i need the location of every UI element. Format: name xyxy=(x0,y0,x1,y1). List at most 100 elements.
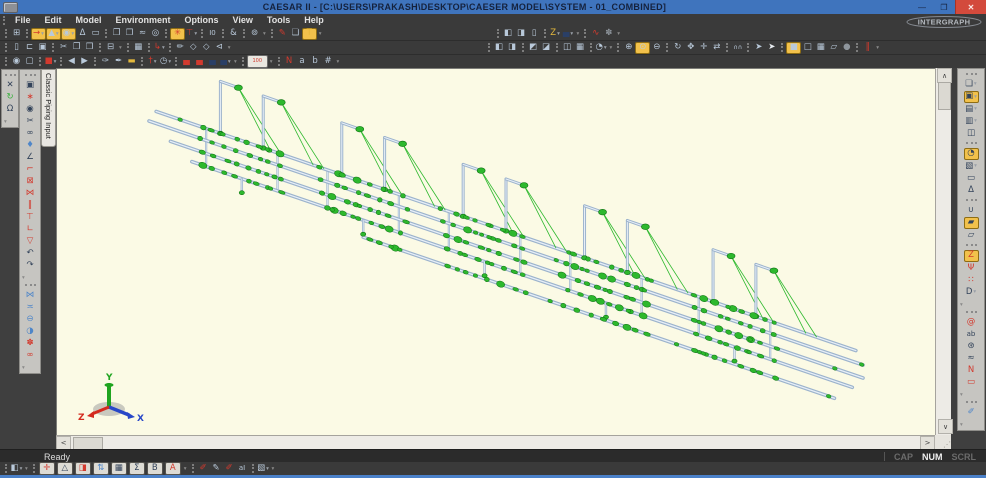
option-b-button[interactable]: b xyxy=(309,56,322,67)
export-model-button[interactable]: ↳▾ xyxy=(153,42,166,53)
toolbar-grip[interactable] xyxy=(5,74,16,76)
element-cone-button[interactable]: ▲▾ xyxy=(46,28,61,40)
toolbar-grip[interactable] xyxy=(99,43,101,52)
elev-view-2-button[interactable]: ▦ xyxy=(574,42,587,53)
gear-fitting-button[interactable]: ✽ xyxy=(24,338,37,349)
find-key-button[interactable]: & xyxy=(227,28,240,39)
scroll-right-button[interactable]: > xyxy=(920,436,935,450)
ab-labels-button[interactable]: ab xyxy=(965,329,978,340)
bend-element-button[interactable]: ⌐ xyxy=(24,164,37,175)
toolbar-grip[interactable] xyxy=(169,43,171,52)
clip-tool-button[interactable]: ⊲ xyxy=(213,42,226,53)
toolbar-grip[interactable] xyxy=(141,57,143,66)
wireframe-mode-dropdown[interactable]: ▾ xyxy=(974,106,977,112)
toolbar-grip[interactable] xyxy=(105,29,107,38)
hidden-line-mode-dropdown[interactable]: ▾ xyxy=(974,118,977,124)
zoom-in-button[interactable]: ⊕ xyxy=(622,42,635,53)
tool-crosshair-button[interactable]: ✛ xyxy=(39,462,55,475)
cylinder-view-button[interactable]: ▱ xyxy=(827,42,840,53)
toolbar-overflow[interactable]: ▾ xyxy=(876,45,879,51)
circle-pair-button[interactable]: ⊛ xyxy=(965,341,978,352)
insert-element-after-button[interactable]: ❒ xyxy=(123,28,136,39)
toolbar-grip[interactable] xyxy=(222,29,224,38)
image-tool-button[interactable]: ▧▾ xyxy=(257,463,270,474)
export-model-dropdown[interactable]: ▾ xyxy=(162,45,165,51)
horizontal-scrollbar[interactable]: < > xyxy=(56,435,935,450)
find-binoculars-button[interactable]: ⊚ xyxy=(248,28,261,39)
menu-file[interactable]: File xyxy=(8,14,38,27)
toolbar-grip[interactable] xyxy=(617,43,619,52)
toolbar-grip[interactable] xyxy=(33,464,35,473)
restraint-car-2-button[interactable]: ▄ xyxy=(193,56,206,67)
plan-view-2-button[interactable]: ◪ xyxy=(540,42,553,53)
toolbar-grip[interactable] xyxy=(747,43,749,52)
toolbar-overflow[interactable]: ▾ xyxy=(228,45,231,51)
rotate-view-button[interactable]: ↻ xyxy=(671,42,684,53)
zoom-out-button[interactable]: ⊖ xyxy=(650,42,663,53)
node-increment-button[interactable]: →▾ xyxy=(31,28,46,40)
toolbar-overflow[interactable]: ▾ xyxy=(610,45,613,51)
toolbar-overflow[interactable]: ▾ xyxy=(263,31,266,37)
toolbar-grip[interactable] xyxy=(5,464,7,473)
horizontal-scroll-thumb[interactable] xyxy=(73,437,103,450)
photo-render-dropdown[interactable]: ▾ xyxy=(974,163,977,169)
vertical-scroll-thumb[interactable] xyxy=(938,82,951,110)
speaker-right-button[interactable]: ▶ xyxy=(78,56,91,67)
scroll-left-button[interactable]: < xyxy=(56,436,71,450)
toolbar-overflow[interactable]: ▾ xyxy=(270,59,273,65)
pen-markup-red-2-button[interactable]: ✐ xyxy=(223,463,236,474)
toolbar-grip[interactable] xyxy=(5,57,7,66)
node-delete-button[interactable]: ✕ xyxy=(4,80,17,91)
clock-time-dropdown[interactable]: ▾ xyxy=(168,59,171,65)
tool-swap-button[interactable]: ⇅ xyxy=(93,462,109,475)
expansion-joint-button[interactable]: ⊠ xyxy=(24,176,37,187)
new-file-button[interactable]: ▯ xyxy=(10,42,23,53)
axis-xyz-button[interactable]: ✳ xyxy=(170,28,185,40)
view-left-button[interactable]: ◧ xyxy=(502,28,515,39)
temperature-case-dropdown[interactable]: ▾ xyxy=(154,59,157,65)
toolbar-grip[interactable] xyxy=(148,43,150,52)
forge-tool-button[interactable]: ✒ xyxy=(112,56,125,67)
approx-symbol-button[interactable]: ≈ xyxy=(965,353,978,364)
toolbar-overflow[interactable]: ▾ xyxy=(960,392,963,398)
toolbar-overflow[interactable]: ▾ xyxy=(25,466,28,472)
dome-shade-button[interactable]: ◔ xyxy=(964,148,979,160)
flower-plot-button[interactable]: ✽ xyxy=(602,28,615,39)
skew-left-button[interactable]: ◇ xyxy=(187,42,200,53)
sheet-view-button[interactable]: ▯ xyxy=(528,28,541,39)
photo-render-button[interactable]: ▧▾ xyxy=(965,161,978,172)
phone-red-button[interactable]: @ xyxy=(965,317,978,328)
valve-pair-button[interactable]: ⋈ xyxy=(24,290,37,301)
toolbar-overflow[interactable]: ▾ xyxy=(22,275,25,281)
marker-gold-dropdown[interactable]: ▾ xyxy=(557,31,560,37)
menu-help[interactable]: Help xyxy=(297,14,331,27)
bus-symbol-button[interactable]: ▱ xyxy=(965,230,978,241)
element-cone-dropdown[interactable]: ▾ xyxy=(56,31,59,37)
toolbar-grip[interactable] xyxy=(5,29,7,38)
toolbar-grip[interactable] xyxy=(127,43,129,52)
model-viewport[interactable]: YXZ xyxy=(56,68,936,436)
display-monitor-button[interactable]: ▢ xyxy=(23,56,36,67)
toolbar-grip[interactable] xyxy=(966,401,977,403)
pan-view-button[interactable]: ✛ xyxy=(697,42,710,53)
toolbar-grip[interactable] xyxy=(271,29,273,38)
toolbar-grip[interactable] xyxy=(666,43,668,52)
toolbar-grip[interactable] xyxy=(556,43,558,52)
edit-check-button[interactable]: ✏ xyxy=(174,42,187,53)
view-right-button[interactable]: ◨ xyxy=(515,28,528,39)
delta-node-button[interactable]: Δ xyxy=(965,185,978,196)
view-orientation-button[interactable]: ◧▾ xyxy=(10,463,23,474)
d-menu-button[interactable]: D▾ xyxy=(965,287,978,298)
card-view-button[interactable]: ▭ xyxy=(965,173,978,184)
workbench-tool-button[interactable]: ✑ xyxy=(99,56,112,67)
toolbar-overflow[interactable]: ▾ xyxy=(234,59,237,65)
lock-model-button[interactable]: Ω xyxy=(4,104,17,115)
tool-triangle-button[interactable]: △ xyxy=(57,462,73,475)
bolt-red-button[interactable]: Z xyxy=(964,250,979,262)
break-element-button[interactable]: ≈ xyxy=(136,28,149,39)
toolbar-grip[interactable] xyxy=(584,29,586,38)
undo-button[interactable]: ↶ xyxy=(24,248,37,259)
tool-sigma-button[interactable]: Σ xyxy=(129,462,145,475)
restraint-car-1-button[interactable]: ▄ xyxy=(180,56,193,67)
length-tool-button[interactable]: ∠ xyxy=(24,152,37,163)
